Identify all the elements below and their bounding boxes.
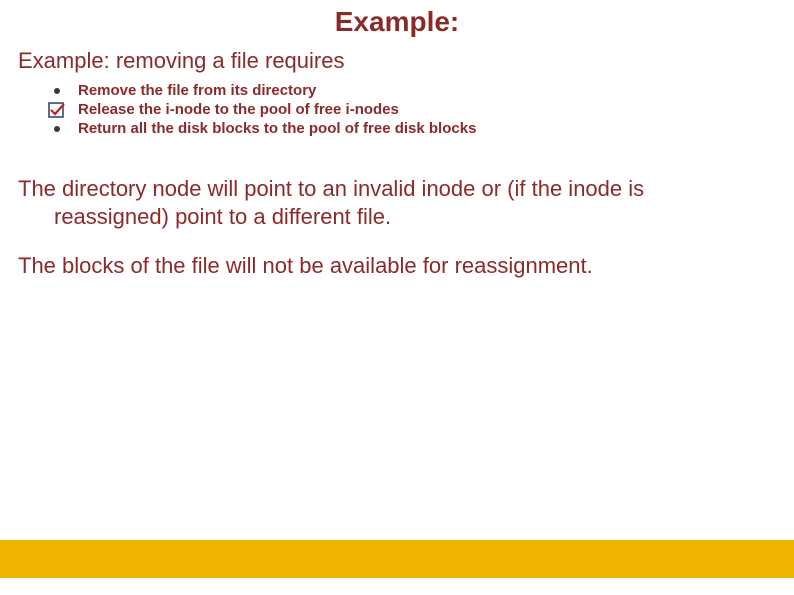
paragraph: The blocks of the file will not be avail…	[18, 252, 776, 280]
list-item: Release the i-node to the pool of free i…	[48, 101, 794, 118]
bullet-text: Remove the file from its directory	[78, 82, 316, 99]
list-item: Return all the disk blocks to the pool o…	[48, 120, 794, 137]
list-item: Remove the file from its directory	[48, 82, 794, 99]
slide-subtitle: Example: removing a file requires	[18, 48, 794, 74]
slide: Example: Example: removing a file requir…	[0, 0, 794, 595]
checkbox-checked-icon	[48, 102, 66, 118]
bullet-text: Return all the disk blocks to the pool o…	[78, 120, 476, 137]
bullet-list: Remove the file from its directory Relea…	[48, 82, 794, 137]
bullet-text: Release the i-node to the pool of free i…	[78, 101, 399, 118]
bullet-dot-icon	[54, 88, 60, 94]
paragraph-line: reassigned) point to a different file.	[18, 203, 776, 231]
paragraph: The directory node will point to an inva…	[18, 175, 776, 230]
bullet-dot-icon	[54, 126, 60, 132]
footer-bar	[0, 537, 794, 581]
paragraph-line: The directory node will point to an inva…	[18, 176, 644, 201]
slide-title: Example:	[0, 0, 794, 38]
